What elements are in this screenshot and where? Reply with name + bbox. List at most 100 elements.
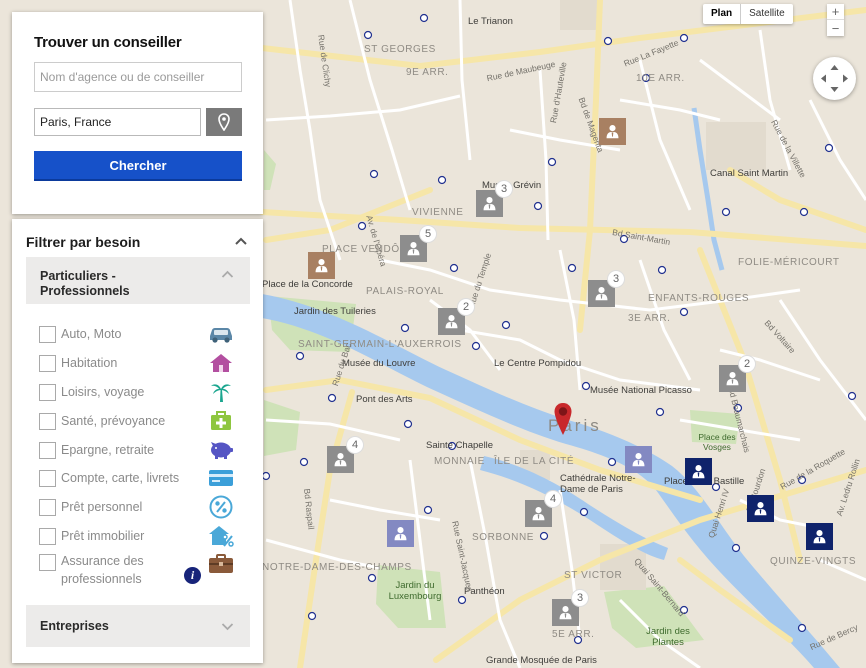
agency-marker[interactable] bbox=[625, 446, 652, 473]
agency-cluster-marker[interactable]: 3 bbox=[476, 180, 513, 217]
checkbox[interactable] bbox=[39, 354, 56, 372]
filter-option-label: Epargne, retraite bbox=[61, 442, 155, 457]
chevron-down-icon bbox=[221, 623, 234, 631]
agency-marker[interactable] bbox=[599, 118, 626, 145]
filter-option-epargne-retraite[interactable]: Epargne, retraite bbox=[39, 439, 239, 461]
filter-option-label: Prêt immobilier bbox=[61, 528, 145, 543]
search-title: Trouver un conseiller bbox=[34, 34, 182, 51]
agency-cluster-marker[interactable]: 5 bbox=[400, 225, 437, 262]
cluster-count: 3 bbox=[607, 270, 625, 288]
filter-option-label: Habitation bbox=[61, 355, 118, 370]
group-label: Particuliers - Professionnels bbox=[40, 269, 130, 298]
advisor-icon bbox=[726, 372, 739, 386]
filter-option-label: Assurance des professionnels bbox=[61, 554, 144, 586]
filter-option-label: Compte, carte, livrets bbox=[61, 470, 180, 485]
piggy-bank-icon bbox=[207, 439, 235, 461]
agency-cluster-marker[interactable]: 2 bbox=[719, 355, 756, 392]
filter-option-label: Auto, Moto bbox=[61, 326, 122, 341]
credit-card-icon bbox=[207, 467, 235, 489]
checkbox[interactable] bbox=[39, 412, 56, 430]
geolocate-button[interactable] bbox=[206, 108, 242, 136]
palm-tree-icon bbox=[207, 381, 235, 403]
house-icon bbox=[207, 352, 235, 374]
advisor-icon bbox=[754, 502, 767, 516]
advisor-icon bbox=[334, 453, 347, 467]
car-icon bbox=[207, 323, 235, 345]
checkbox[interactable] bbox=[39, 554, 56, 571]
cluster-count: 2 bbox=[738, 355, 756, 373]
filter-option-compte-carte-livrets[interactable]: Compte, carte, livrets bbox=[39, 467, 239, 489]
agency-cluster-marker[interactable]: 4 bbox=[327, 436, 364, 473]
chevron-up-icon bbox=[221, 270, 234, 278]
group-particuliers-professionnels[interactable]: Particuliers - Professionnels bbox=[26, 257, 250, 304]
filter-option-label: Santé, prévoyance bbox=[61, 413, 166, 428]
filter-option-loisirs-voyage[interactable]: Loisirs, voyage bbox=[39, 381, 239, 403]
location-pin-icon[interactable] bbox=[553, 402, 573, 436]
advisor-icon bbox=[483, 197, 496, 211]
agency-name-input[interactable] bbox=[34, 62, 242, 92]
pan-arrows-icon bbox=[821, 65, 848, 92]
agency-marker[interactable] bbox=[806, 523, 833, 550]
location-marker-icon bbox=[218, 113, 230, 131]
pan-control[interactable] bbox=[813, 57, 856, 100]
advisor-icon bbox=[532, 507, 545, 521]
zoom-in-button[interactable]: + bbox=[827, 4, 844, 20]
search-button[interactable]: Chercher bbox=[34, 151, 242, 181]
group-label: Entreprises bbox=[40, 619, 109, 633]
advisor-icon bbox=[394, 527, 407, 541]
checkbox[interactable] bbox=[39, 441, 56, 459]
group-entreprises[interactable]: Entreprises bbox=[26, 605, 250, 647]
location-input[interactable] bbox=[34, 108, 201, 136]
filter-panel: Filtrer par besoin Particuliers - Profes… bbox=[12, 219, 263, 663]
filter-option-assurance-professionnels[interactable]: Assurance des professionnels i bbox=[39, 552, 239, 586]
filter-title: Filtrer par besoin bbox=[26, 234, 141, 250]
zoom-out-button[interactable]: − bbox=[827, 20, 844, 36]
checkbox[interactable] bbox=[39, 383, 56, 401]
cluster-count: 3 bbox=[571, 589, 589, 607]
cluster-count: 5 bbox=[419, 225, 437, 243]
filter-option-label: Prêt personnel bbox=[61, 499, 143, 514]
advisor-icon bbox=[315, 259, 328, 273]
agency-cluster-marker[interactable]: 2 bbox=[438, 298, 475, 335]
filter-option-pret-immobilier[interactable]: Prêt immobilier bbox=[39, 525, 239, 547]
agency-marker[interactable] bbox=[685, 458, 712, 485]
cluster-count: 4 bbox=[544, 490, 562, 508]
advisor-icon bbox=[559, 606, 572, 620]
advisor-icon bbox=[595, 287, 608, 301]
search-panel: Trouver un conseiller Chercher bbox=[12, 12, 263, 214]
advisor-icon bbox=[813, 530, 826, 544]
checkbox[interactable] bbox=[39, 498, 56, 516]
cluster-count: 4 bbox=[346, 436, 364, 454]
map-type-plan-button[interactable]: Plan bbox=[703, 4, 740, 24]
advisor-icon bbox=[407, 242, 420, 256]
first-aid-kit-icon bbox=[207, 410, 235, 432]
checkbox[interactable] bbox=[39, 469, 56, 487]
advisor-icon bbox=[632, 453, 645, 467]
agency-marker[interactable] bbox=[747, 495, 774, 522]
checkbox[interactable] bbox=[39, 325, 56, 343]
chevron-up-icon[interactable] bbox=[234, 236, 248, 246]
agency-cluster-marker[interactable]: 3 bbox=[588, 270, 625, 307]
percent-icon bbox=[207, 495, 235, 519]
filter-option-sante-prevoyance[interactable]: Santé, prévoyance bbox=[39, 410, 239, 432]
briefcase-icon bbox=[207, 553, 235, 575]
agency-cluster-marker[interactable]: 3 bbox=[552, 589, 589, 626]
filter-option-pret-personnel[interactable]: Prêt personnel bbox=[39, 495, 239, 519]
advisor-icon bbox=[692, 465, 705, 479]
cluster-count: 2 bbox=[457, 298, 475, 316]
cluster-count: 3 bbox=[495, 180, 513, 198]
agency-marker[interactable] bbox=[308, 252, 335, 279]
house-percent-icon bbox=[207, 525, 235, 547]
filter-option-label: Loisirs, voyage bbox=[61, 384, 145, 399]
filter-option-auto-moto[interactable]: Auto, Moto bbox=[39, 323, 239, 345]
zoom-control: + − bbox=[827, 4, 844, 36]
agency-cluster-marker[interactable]: 4 bbox=[525, 490, 562, 527]
agency-marker[interactable] bbox=[387, 520, 414, 547]
map-type-satellite-button[interactable]: Satellite bbox=[741, 4, 793, 24]
filter-option-habitation[interactable]: Habitation bbox=[39, 352, 239, 374]
advisor-icon bbox=[445, 315, 458, 329]
checkbox[interactable] bbox=[39, 527, 56, 545]
info-icon[interactable]: i bbox=[184, 567, 201, 584]
advisor-icon bbox=[606, 125, 619, 139]
map-type-switcher: Plan Satellite bbox=[703, 4, 793, 24]
